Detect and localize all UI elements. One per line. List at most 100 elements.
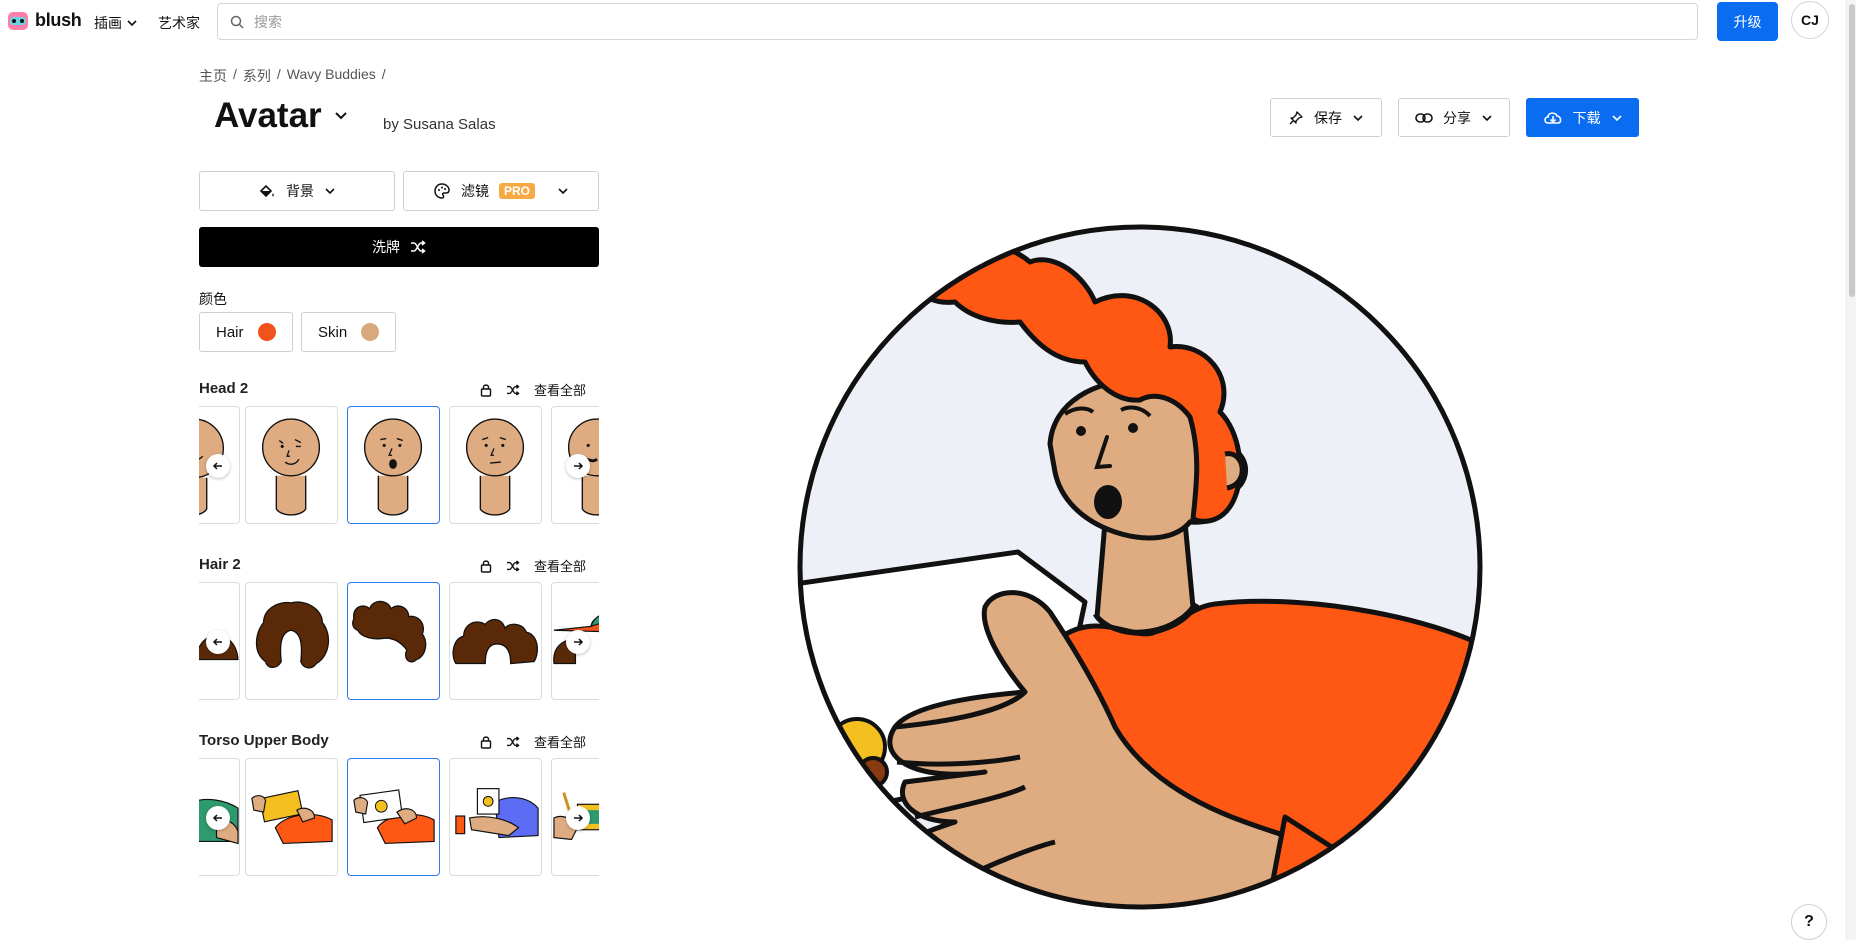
nav-illustrations-label: 插画	[94, 15, 122, 31]
shuffle-icon[interactable]	[506, 383, 520, 396]
breadcrumb-series[interactable]: 系列	[243, 66, 271, 86]
color-chip-hair[interactable]: Hair	[199, 312, 293, 352]
scroll-right-button[interactable]	[566, 630, 590, 654]
logo-text: blush	[35, 10, 82, 30]
torso-option[interactable]	[245, 758, 338, 876]
save-button[interactable]: 保存	[1270, 98, 1382, 137]
pin-icon	[1289, 110, 1303, 124]
section-tools-head: 查看全部	[480, 380, 586, 399]
scroll-right-button[interactable]	[566, 806, 590, 830]
view-all-link[interactable]: 查看全部	[534, 556, 586, 575]
breadcrumb-home[interactable]: 主页	[199, 66, 227, 86]
filter-button[interactable]: 滤镜 PRO	[403, 171, 599, 211]
background-button[interactable]: 背景	[199, 171, 395, 211]
blush-logo-icon	[8, 11, 28, 30]
head-options-strip	[199, 406, 599, 526]
hair-options-strip	[199, 582, 599, 702]
link-icon	[1415, 112, 1433, 123]
scroll-left-button[interactable]	[206, 806, 230, 830]
search-box[interactable]	[217, 3, 1698, 40]
lock-icon[interactable]	[480, 559, 492, 573]
color-swatch-hair	[257, 323, 276, 341]
hair-thumbnail	[255, 601, 330, 669]
breadcrumb: 主页 / 系列 / Wavy Buddies /	[199, 66, 386, 86]
chevron-down-icon	[1611, 114, 1622, 121]
avatar-illustration	[797, 224, 1483, 910]
download-label: 下载	[1572, 109, 1601, 126]
hair-option-selected[interactable]	[347, 582, 440, 700]
scroll-left-button[interactable]	[206, 454, 230, 478]
author-link[interactable]: Susana Salas	[403, 116, 496, 133]
chevron-down-icon	[558, 188, 568, 195]
paint-bucket-icon	[259, 184, 274, 198]
arrow-right-icon	[574, 814, 584, 822]
background-label: 背景	[286, 183, 314, 199]
head-option[interactable]	[245, 406, 338, 524]
save-label: 保存	[1314, 109, 1342, 126]
view-all-link[interactable]: 查看全部	[534, 380, 586, 399]
color-chip-skin[interactable]: Skin	[301, 312, 397, 352]
shuffle-icon[interactable]	[506, 735, 520, 748]
arrow-left-icon	[212, 462, 222, 470]
page-scrollbar-thumb[interactable]	[1849, 4, 1855, 297]
help-button[interactable]: ?	[1791, 904, 1827, 940]
hair-option[interactable]	[449, 582, 542, 700]
head-option-selected[interactable]	[347, 406, 440, 524]
torso-option[interactable]	[449, 758, 542, 876]
arrow-right-icon	[574, 638, 584, 646]
chevron-down-icon	[1482, 114, 1492, 121]
lock-icon[interactable]	[480, 735, 492, 749]
hair-option[interactable]	[245, 582, 338, 700]
torso-options-strip	[199, 758, 599, 878]
shuffle-icon	[411, 240, 426, 254]
page-title-dropdown[interactable]: Avatar	[214, 96, 348, 136]
palette-icon	[434, 183, 450, 199]
user-avatar[interactable]: CJ	[1791, 1, 1829, 39]
shuffle-icon[interactable]	[506, 559, 520, 572]
nav-artists-link[interactable]: 艺术家	[158, 13, 200, 33]
chevron-down-icon	[325, 188, 335, 195]
section-title-head: Head 2	[199, 380, 249, 397]
filter-label: 滤镜	[460, 183, 489, 199]
head-thumbnail	[465, 418, 525, 516]
hair-thumbnail	[352, 600, 427, 663]
section-title-torso: Torso Upper Body	[199, 732, 329, 749]
breadcrumb-collection[interactable]: Wavy Buddies	[287, 66, 376, 86]
torso-thumbnail	[455, 788, 539, 839]
section-title-hair: Hair 2	[199, 556, 241, 573]
section-tools-torso: 查看全部	[480, 732, 586, 751]
author-byline: by Susana Salas	[383, 116, 496, 133]
section-tools-hair: 查看全部	[480, 556, 586, 575]
scroll-right-button[interactable]	[566, 454, 590, 478]
view-all-link[interactable]: 查看全部	[534, 732, 586, 751]
color-swatch-skin	[361, 323, 380, 341]
shuffle-button[interactable]: 洗牌	[199, 227, 599, 267]
torso-thumbnail	[251, 789, 333, 845]
logo[interactable]: blush	[7, 10, 82, 31]
top-bar: blush 插画 艺术家 升级 CJ	[0, 0, 1856, 44]
chevron-down-icon	[1353, 114, 1363, 121]
chevron-down-icon	[334, 112, 347, 120]
lock-icon[interactable]	[480, 383, 492, 397]
search-input[interactable]	[252, 12, 1656, 31]
page-title: Avatar	[214, 96, 322, 135]
download-button[interactable]: 下载	[1526, 98, 1639, 137]
chevron-down-icon	[127, 20, 137, 27]
head-option[interactable]	[449, 406, 542, 524]
color-chip-label: Hair	[216, 323, 244, 341]
hair-thumbnail	[452, 618, 538, 665]
share-button[interactable]: 分享	[1398, 98, 1510, 137]
arrow-left-icon	[212, 814, 222, 822]
upgrade-button[interactable]: 升级	[1717, 2, 1778, 41]
shuffle-label: 洗牌	[372, 239, 400, 255]
cloud-download-icon	[1543, 111, 1561, 124]
torso-option-selected[interactable]	[347, 758, 440, 876]
arrow-right-icon	[574, 462, 584, 470]
pro-badge: PRO	[498, 183, 535, 199]
nav-illustrations-menu[interactable]: 插画	[94, 13, 138, 33]
share-label: 分享	[1443, 109, 1471, 126]
scroll-left-button[interactable]	[206, 630, 230, 654]
byline-prefix: by	[383, 116, 399, 133]
color-chip-label: Skin	[318, 323, 348, 341]
arrow-left-icon	[212, 638, 222, 646]
